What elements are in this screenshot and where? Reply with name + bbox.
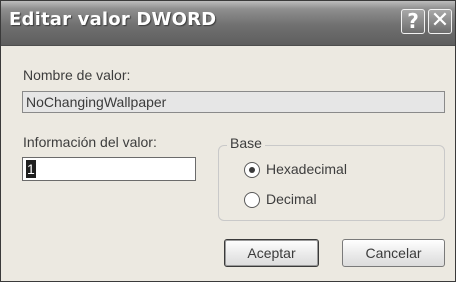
ok-button[interactable]: Aceptar xyxy=(224,239,319,267)
base-group-legend: Base xyxy=(227,135,265,151)
edit-dword-dialog: Editar valor DWORD ? ✕ Nombre de valor: … xyxy=(0,0,456,282)
value-name-text: NoChangingWallpaper xyxy=(26,94,167,110)
base-groupbox xyxy=(218,145,445,221)
value-name-field: NoChangingWallpaper xyxy=(22,91,445,113)
value-data-text: 1 xyxy=(26,160,36,178)
radio-decimal-circle[interactable] xyxy=(244,192,260,208)
help-button[interactable]: ? xyxy=(401,9,425,34)
cancel-button[interactable]: Cancelar xyxy=(342,239,445,267)
radio-hexadecimal-label[interactable]: Hexadecimal xyxy=(266,161,347,177)
close-button[interactable]: ✕ xyxy=(428,9,452,34)
value-name-label: Nombre de valor: xyxy=(23,67,131,83)
radio-selected-dot xyxy=(249,167,255,173)
radio-decimal-label[interactable]: Decimal xyxy=(266,191,317,207)
radio-hexadecimal-circle[interactable] xyxy=(244,162,260,178)
value-data-input[interactable]: 1 xyxy=(22,157,196,181)
value-data-label: Información del valor: xyxy=(23,134,157,150)
title-bar[interactable]: Editar valor DWORD ? ✕ xyxy=(1,1,455,46)
dialog-title: Editar valor DWORD xyxy=(9,9,217,30)
